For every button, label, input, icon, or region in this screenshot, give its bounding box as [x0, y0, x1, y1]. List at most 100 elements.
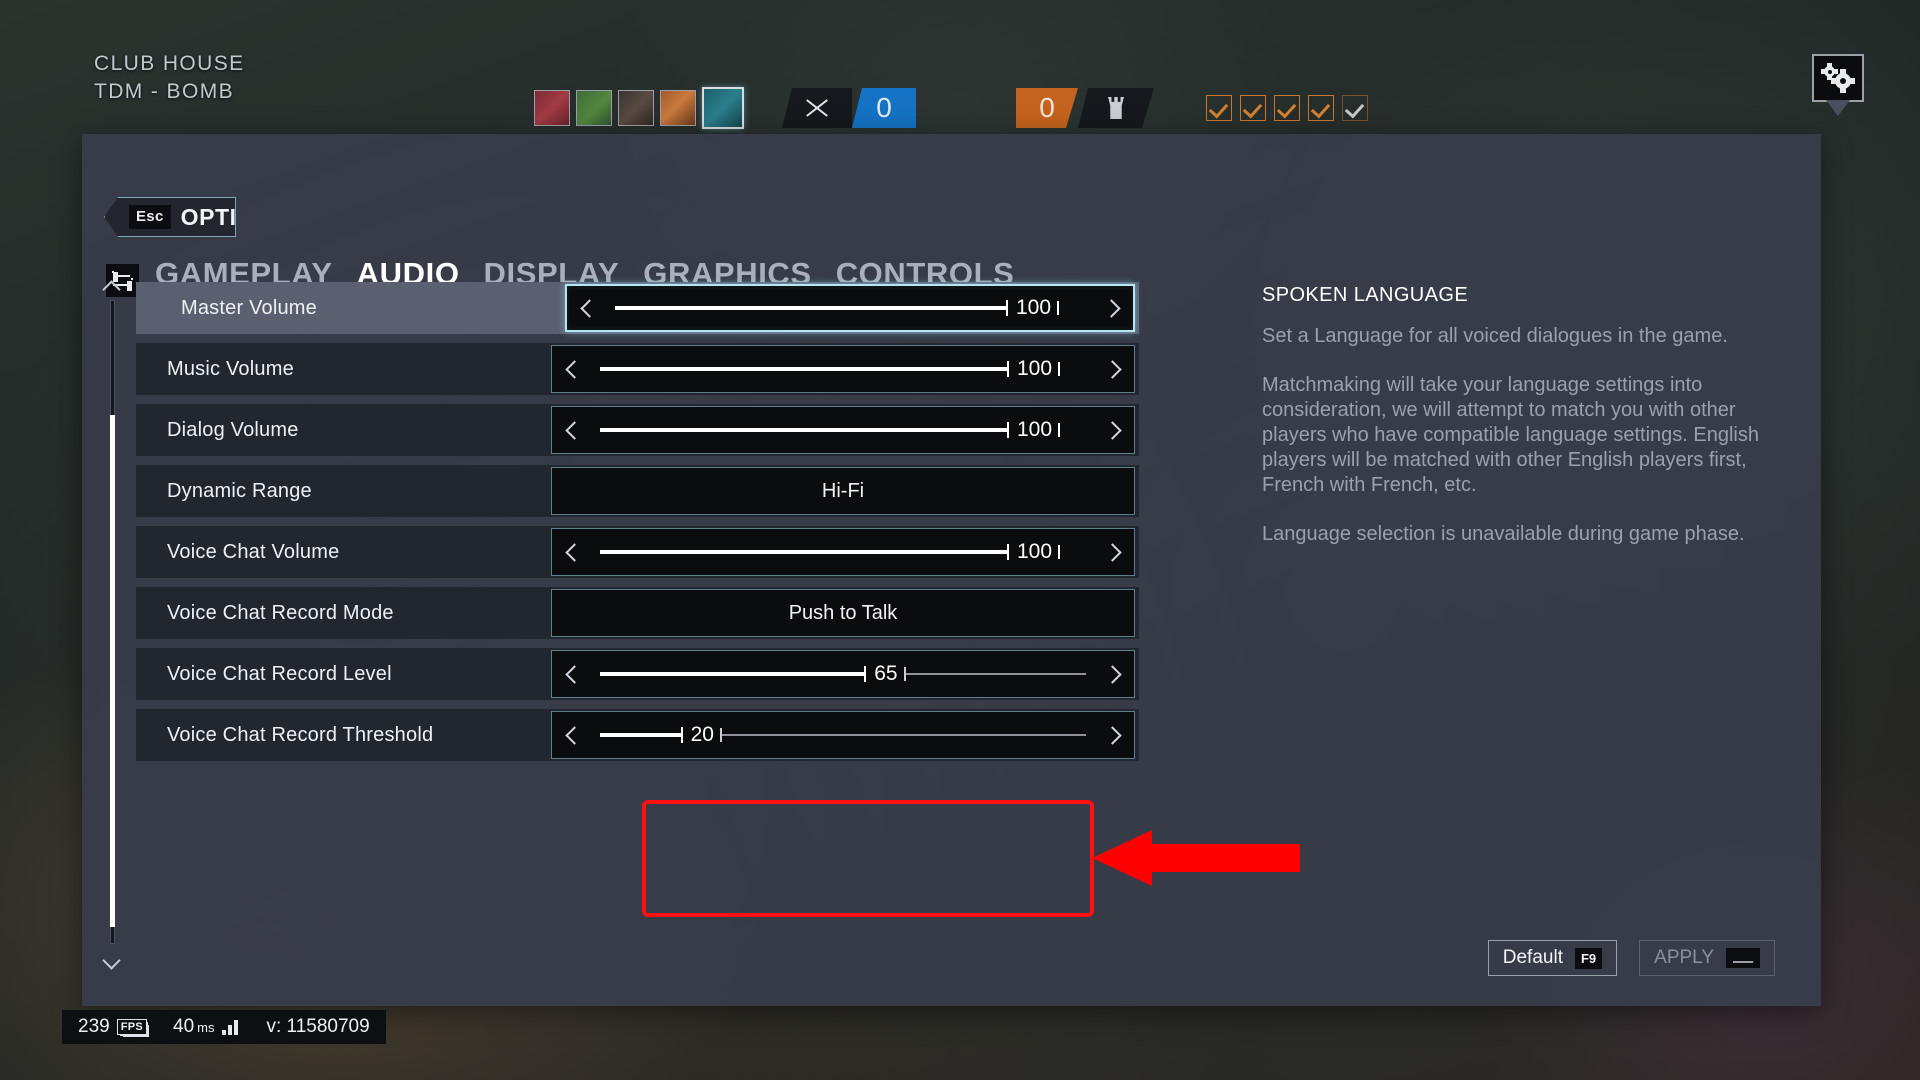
checkmark-icon [1308, 95, 1334, 121]
operator-icon-red [534, 90, 570, 126]
operator-icon-teal-selected [702, 87, 744, 129]
footer-buttons: Default F9 APPLY [1487, 940, 1775, 976]
settings-row[interactable]: Voice Chat Record Mode Push to Talk [136, 587, 1139, 639]
kill-score-value: 0 [852, 88, 916, 128]
slider-control[interactable]: 100 [551, 345, 1135, 393]
hud-center: 0 0 [534, 85, 1368, 131]
kill-score-tag: 0 [782, 88, 916, 128]
settings-row-label: Dynamic Range [167, 479, 312, 502]
apply-button-label: APPLY [1654, 947, 1714, 968]
slider-fill [600, 422, 1009, 438]
signal-bars-icon [222, 1019, 240, 1035]
settings-list: Master Volume 100 Music Volume 100 Dialog Vo… [136, 282, 1139, 770]
settings-row[interactable]: Voice Chat Volume 100 [136, 526, 1139, 578]
scrollbar-thumb[interactable] [110, 415, 115, 927]
slider-fill [600, 727, 683, 743]
slider-fill [600, 666, 867, 682]
chevron-right-icon[interactable] [1093, 286, 1133, 330]
settings-scrollbar[interactable] [100, 282, 124, 962]
info-paragraph: Set a Language for all voiced dialogues … [1262, 325, 1728, 347]
slider-track[interactable]: 65 [592, 651, 1094, 697]
info-title: SPOKEN LANGUAGE [1262, 284, 1469, 306]
latency-unit: ms [197, 1019, 215, 1035]
gear-icon[interactable] [1812, 54, 1864, 116]
chevron-left-icon[interactable] [567, 286, 607, 330]
settings-row-label: Voice Chat Volume [167, 540, 340, 563]
performance-stats-bar: 239 FPS 40 ms v: 11580709 [62, 1010, 386, 1044]
checkmark-icon [1274, 95, 1300, 121]
slider-value: 100 [1016, 296, 1052, 319]
slider-track[interactable]: 100 [592, 346, 1094, 392]
slider-track[interactable]: 20 [592, 712, 1094, 758]
chevron-left-icon[interactable] [552, 712, 592, 758]
options-panel: Esc OPTIONS GAMEPLAY AUDIO DISPLAY GRAPH… [82, 134, 1821, 1006]
esc-key-badge: Esc [129, 205, 171, 229]
f9-key-badge: F9 [1574, 947, 1603, 969]
settings-row-label: Voice Chat Record Level [167, 662, 392, 685]
settings-row[interactable]: Voice Chat Record Threshold 20 [136, 709, 1139, 761]
match-info: CLUB HOUSE TDM - BOMB [94, 50, 245, 106]
chevron-right-icon[interactable] [1094, 712, 1134, 758]
latency-stat: 40 ms [173, 1016, 240, 1038]
scroll-down-icon[interactable] [104, 953, 120, 962]
slider-control[interactable]: 100 [551, 406, 1135, 454]
slider-track[interactable]: 100 [592, 529, 1094, 575]
settings-row[interactable]: Dialog Volume 100 [136, 404, 1139, 456]
latency-value: 40 [173, 1016, 195, 1037]
settings-row[interactable]: Master Volume 100 [136, 282, 1139, 334]
settings-row-label: Voice Chat Record Mode [167, 601, 394, 624]
settings-row[interactable]: Music Volume 100 [136, 343, 1139, 395]
back-button[interactable]: Esc OPTIONS [104, 197, 236, 237]
info-panel: SPOKEN LANGUAGE Set a Language for all v… [1262, 284, 1792, 571]
slider-track[interactable]: 100 [592, 407, 1094, 453]
dropdown-value: Hi-Fi [821, 479, 865, 502]
slider-fill [615, 300, 1008, 316]
chevron-left-icon[interactable] [552, 651, 592, 697]
chevron-left-icon[interactable] [552, 346, 592, 392]
chevron-right-icon[interactable] [1094, 529, 1134, 575]
version-stat: v: 11580709 [266, 1016, 369, 1038]
fps-stat: 239 FPS [78, 1016, 147, 1038]
checkmark-icon [1240, 95, 1266, 121]
slider-value: 65 [874, 662, 898, 685]
dropdown-control[interactable]: Push to Talk [551, 589, 1135, 637]
slider-track[interactable]: 100 [607, 286, 1093, 330]
slider-value: 20 [690, 723, 714, 746]
objective-score-tag: 0 [1016, 88, 1154, 128]
dropdown-control[interactable]: Hi-Fi [551, 467, 1135, 515]
slider-remainder [1057, 301, 1085, 315]
operator-icon-orange [660, 90, 696, 126]
gear-pointer [1826, 100, 1850, 116]
chevron-left-icon[interactable] [552, 407, 592, 453]
settings-row[interactable]: Dynamic Range Hi-Fi [136, 465, 1139, 517]
scroll-up-icon[interactable] [104, 282, 120, 291]
slider-control[interactable]: 100 [565, 284, 1135, 332]
game-mode: TDM - BOMB [94, 80, 234, 103]
operator-icon-list [534, 87, 744, 129]
apply-button[interactable]: APPLY [1639, 940, 1775, 976]
crossed-swords-icon [782, 88, 852, 128]
version-label: v: 11580709 [266, 1016, 370, 1037]
slider-remainder [1058, 362, 1086, 376]
settings-row-label: Dialog Volume [167, 418, 299, 441]
slider-value: 100 [1017, 540, 1053, 563]
settings-row-label: Voice Chat Record Threshold [167, 723, 434, 746]
chevron-right-icon[interactable] [1094, 651, 1134, 697]
slider-control[interactable]: 65 [551, 650, 1135, 698]
objective-score-value: 0 [1016, 88, 1078, 128]
operator-icon-brown [618, 90, 654, 126]
annotation-arrow-icon [1092, 830, 1300, 886]
slider-fill [600, 361, 1009, 377]
chevron-right-icon[interactable] [1094, 407, 1134, 453]
info-paragraph: Matchmaking will take your language sett… [1262, 374, 1759, 496]
chevron-right-icon[interactable] [1094, 346, 1134, 392]
slider-control[interactable]: 100 [551, 528, 1135, 576]
chevron-left-icon[interactable] [552, 529, 592, 575]
settings-row[interactable]: Voice Chat Record Level 65 [136, 648, 1139, 700]
slider-control[interactable]: 20 [551, 711, 1135, 759]
default-button[interactable]: Default F9 [1487, 940, 1618, 976]
game-screen: CLUB HOUSE TDM - BOMB 0 0 Esc OPTIONS GA… [0, 0, 1920, 1080]
rook-icon [1078, 88, 1154, 128]
options-title: OPTIONS [180, 203, 289, 230]
spacebar-key-icon [1726, 948, 1760, 968]
